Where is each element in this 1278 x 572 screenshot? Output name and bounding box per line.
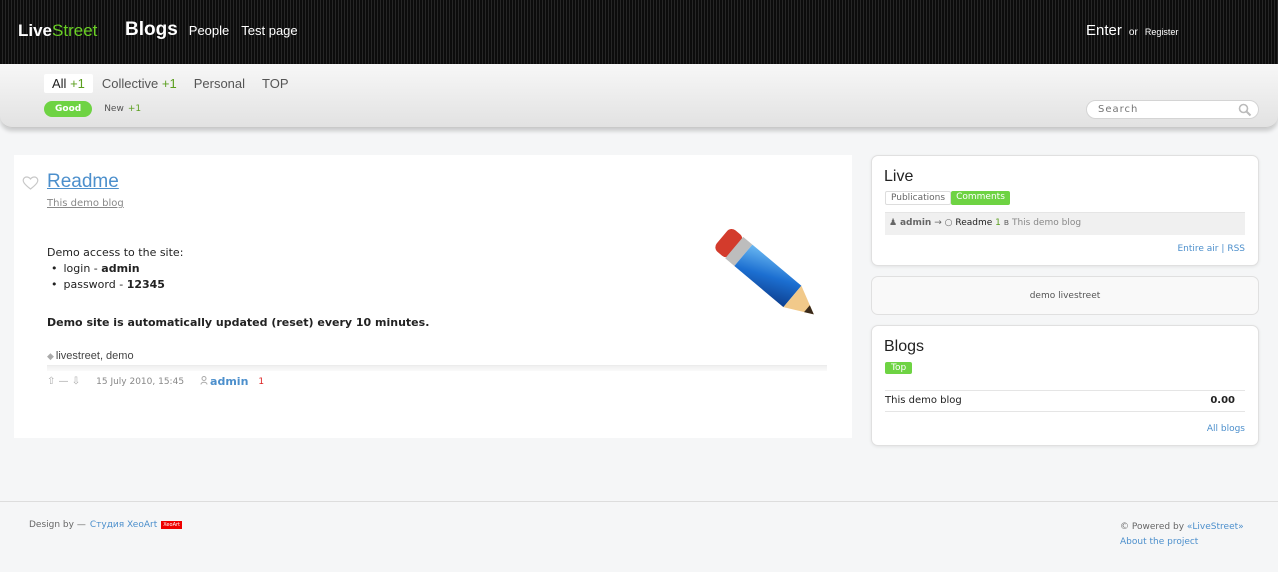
topic-divider — [47, 365, 827, 371]
blog-name-link[interactable]: This demo blog — [885, 395, 962, 406]
register-link[interactable]: Register — [1145, 27, 1179, 37]
login-area: Enter or Register — [1086, 22, 1178, 39]
stream-user[interactable]: admin — [900, 218, 931, 228]
login-item: login - admin — [47, 261, 429, 277]
livestreet-link[interactable]: «LiveStreet» — [1187, 522, 1244, 532]
tab-new-count: +1 — [127, 104, 142, 114]
password-value: 12345 — [126, 278, 165, 291]
comment-icon: ○ — [944, 218, 953, 228]
footer-separator: | — [1221, 244, 1225, 254]
tab-all[interactable]: All +1 — [44, 74, 93, 93]
search-input[interactable] — [1098, 104, 1238, 115]
entire-air-link[interactable]: Entire air — [1177, 244, 1218, 254]
topic-info-bar: ⇧ — ⇩ 15 July 2010, 15:45 admin 1 — [47, 375, 264, 388]
user-icon: ♟ — [889, 218, 898, 228]
nav-item-blogs[interactable]: Blogs — [125, 19, 178, 41]
search-icon[interactable] — [1238, 103, 1252, 120]
site-header: LiveStreet Blogs People Test page Enter … — [0, 0, 1278, 64]
studio-link[interactable]: Студия XeoArt — [90, 520, 157, 530]
tag-icon: ◆ — [47, 351, 54, 361]
tab-all-count: +1 — [70, 76, 85, 91]
search-box — [1086, 100, 1259, 119]
topic-author-link[interactable]: admin — [210, 375, 248, 388]
site-logo[interactable]: LiveStreet — [18, 21, 97, 41]
logo-text-street: Street — [52, 21, 98, 40]
nav-item-people[interactable]: People — [189, 23, 229, 38]
blog-rating: 0.00 — [1210, 395, 1235, 406]
comments-count[interactable]: 1 — [258, 377, 264, 387]
xeoart-badge[interactable]: XeoArt — [161, 521, 183, 529]
about-project-link[interactable]: About the project — [1120, 537, 1198, 547]
stream-arrow: → — [934, 218, 942, 228]
filter-tabs: All +1 Collective +1 Personal TOP — [44, 74, 298, 93]
login-label: login - — [63, 262, 102, 275]
powered-by: © Powered by «LiveStreet» About the proj… — [1120, 520, 1244, 550]
or-text: or — [1128, 27, 1138, 38]
live-switch: Publications Comments — [885, 191, 1010, 205]
topic-blog-link[interactable]: This demo blog — [47, 198, 124, 209]
vote-controls[interactable]: ⇧ — ⇩ — [47, 376, 80, 387]
tab-collective[interactable]: Collective +1 — [94, 74, 185, 93]
subfilter-tabs: Good New +1 — [44, 101, 141, 117]
main-nav: Blogs People Test page — [125, 19, 310, 41]
rss-link[interactable]: RSS — [1227, 244, 1245, 254]
stream-comment-count: 1 — [995, 218, 1001, 228]
tab-personal-label: Personal — [193, 76, 246, 91]
logo-text-live: Live — [18, 21, 53, 40]
live-footer: Entire air | RSS — [1177, 244, 1245, 254]
tag-cloud-block: demo livestreet — [871, 276, 1259, 315]
tab-collective-count: +1 — [161, 76, 177, 91]
topic-card: Readme This demo blog Demo access to the… — [14, 155, 852, 438]
password-label: password - — [63, 278, 127, 291]
stream-topic-link[interactable]: Readme — [955, 218, 992, 228]
tab-comments[interactable]: Comments — [951, 191, 1010, 205]
topic-title-link[interactable]: Readme — [47, 171, 119, 193]
tab-personal[interactable]: Personal — [186, 74, 253, 93]
tab-top-label: TOP — [262, 76, 289, 91]
user-icon — [200, 375, 208, 388]
credentials-list: login - admin password - 12345 — [47, 261, 429, 293]
design-by-text: Design by — — [29, 520, 86, 530]
topic-tags: ◆ livestreet, demo — [47, 350, 134, 362]
design-credit: Design by — Студия XeoArt XeoArt — [29, 520, 183, 530]
all-blogs-link[interactable]: All blogs — [1207, 424, 1245, 434]
tags-list[interactable]: livestreet, demo — [56, 350, 134, 362]
nav-item-test-page[interactable]: Test page — [241, 23, 297, 38]
sub-navigation: All +1 Collective +1 Personal TOP Good N… — [0, 64, 1278, 128]
tab-publications[interactable]: Publications — [885, 191, 952, 205]
powered-text: © Powered by — [1120, 522, 1185, 532]
favourite-heart-icon[interactable] — [22, 176, 39, 193]
blogs-title: Blogs — [884, 338, 925, 355]
pencil-image — [714, 225, 834, 340]
tab-all-label: All — [52, 76, 67, 91]
live-title: Live — [884, 168, 914, 185]
tab-new[interactable]: New — [104, 104, 124, 114]
site-footer: Design by — Студия XeoArt XeoArt © Power… — [0, 501, 1278, 572]
stream-item: ♟ admin → ○ Readme 1 в This demo blog — [885, 212, 1245, 235]
topic-content: Demo access to the site: login - admin p… — [47, 245, 429, 331]
login-value: admin — [101, 262, 140, 275]
stream-in: в — [1003, 218, 1010, 228]
topic-date: 15 July 2010, 15:45 — [96, 376, 185, 387]
enter-link[interactable]: Enter — [1086, 22, 1122, 39]
tab-top[interactable]: TOP — [254, 74, 297, 93]
password-item: password - 12345 — [47, 277, 429, 293]
stream-blog-link[interactable]: This demo blog — [1012, 218, 1081, 228]
tag-cloud[interactable]: demo livestreet — [872, 291, 1258, 301]
topic-intro: Demo access to the site: — [47, 246, 184, 259]
blogs-block: Blogs Top This demo blog 0.00 All blogs — [871, 325, 1259, 446]
reset-note: Demo site is automatically updated (rese… — [47, 316, 430, 329]
live-block: Live Publications Comments ♟ admin → ○ R… — [871, 155, 1259, 266]
tab-collective-label: Collective — [101, 76, 159, 91]
tab-top-blogs[interactable]: Top — [885, 362, 913, 374]
tab-good[interactable]: Good — [44, 101, 93, 117]
blog-row: This demo blog 0.00 — [885, 390, 1245, 412]
